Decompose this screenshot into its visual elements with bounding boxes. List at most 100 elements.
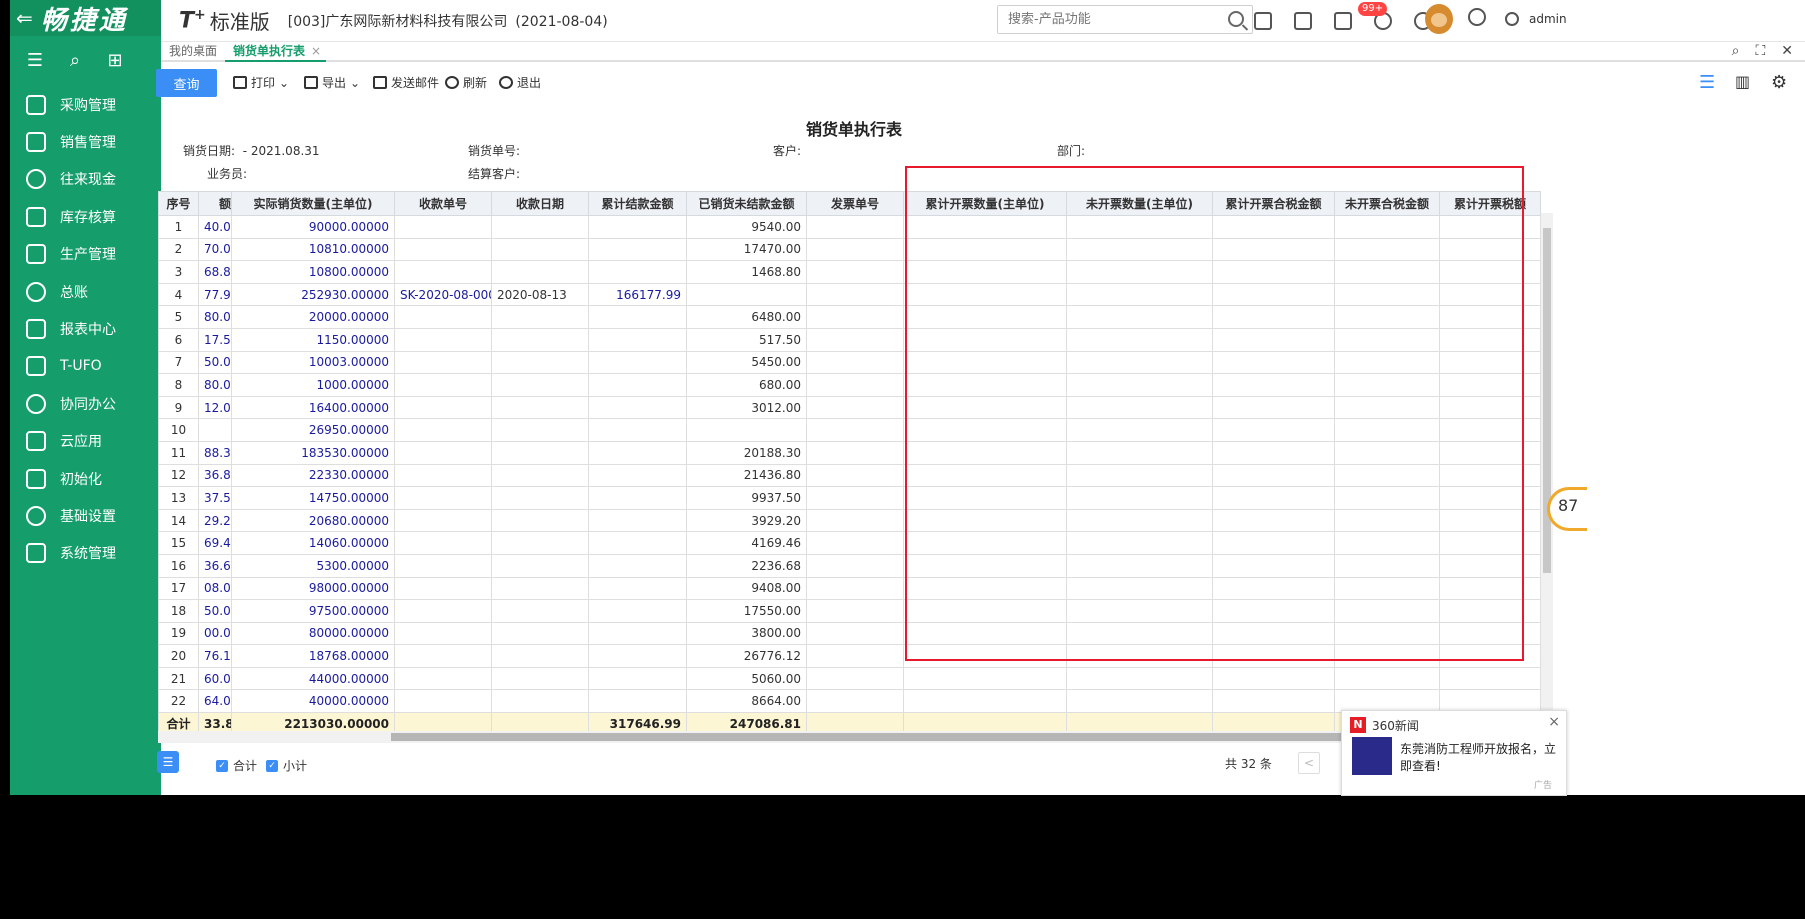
column-header[interactable]: 未开票数量(主单位) bbox=[1066, 191, 1213, 216]
table-cell: 37.50 bbox=[198, 486, 232, 510]
table-row[interactable]: 1850.0097500.00000 17550.00 bbox=[158, 599, 1541, 623]
table-row[interactable]: 617.501150.00000 517.50 bbox=[158, 327, 1541, 352]
list-view-icon[interactable]: ☰ bbox=[1699, 72, 1717, 93]
search-icon[interactable] bbox=[1228, 11, 1244, 27]
sidebar-item[interactable]: 协同办公 bbox=[10, 385, 161, 422]
table-row[interactable]: 912.0016400.00000 3012.00 bbox=[158, 395, 1541, 420]
export-button[interactable]: 导出 ⌄ bbox=[304, 74, 360, 91]
table-row[interactable]: 1188.30183530.00000 20188.30 bbox=[158, 440, 1541, 465]
tab-home[interactable]: 我的桌面 bbox=[169, 42, 217, 62]
ad-text[interactable]: 东莞消防工程师开放报名，立即查看! bbox=[1400, 741, 1560, 775]
column-header[interactable]: 累计开票合税金额 bbox=[1212, 191, 1335, 216]
column-header[interactable]: 累计结款金额 bbox=[588, 191, 687, 216]
column-settings-button[interactable]: ☰ bbox=[157, 751, 179, 773]
table-cell bbox=[588, 237, 687, 262]
todo-icon[interactable] bbox=[1294, 12, 1312, 30]
tab-sales-execution[interactable]: 销货单执行表 × bbox=[225, 42, 326, 62]
column-header[interactable]: 收款日期 bbox=[491, 191, 589, 216]
exit-button[interactable]: 退出 bbox=[499, 74, 541, 91]
sidebar-item-label: T-UFO bbox=[60, 358, 102, 375]
search-input[interactable] bbox=[998, 6, 1208, 33]
table-row[interactable]: 750.0010003.00000 5450.00 bbox=[158, 350, 1541, 375]
zoom-search-icon[interactable]: ⌕ bbox=[1732, 43, 1740, 59]
table-row[interactable]: 1337.5014750.00000 9937.50 bbox=[158, 486, 1541, 510]
column-header[interactable]: 额 bbox=[198, 191, 232, 216]
table-cell bbox=[1439, 305, 1541, 329]
search-menu-icon[interactable]: ⌕ bbox=[66, 52, 84, 70]
table-row[interactable]: 1236.8022330.00000 21436.80 bbox=[158, 463, 1541, 488]
table-row[interactable]: 1636.685300.00000 2236.68 bbox=[158, 553, 1541, 578]
close-window-icon[interactable]: ✕ bbox=[1781, 43, 1793, 59]
sidebar-item-label: 报表中心 bbox=[60, 322, 116, 339]
table-row[interactable]: 1569.4614060.00000 4169.46 bbox=[158, 531, 1541, 555]
checkbox-subtotal[interactable]: ✓ 小计 bbox=[266, 757, 307, 774]
send-mail-button[interactable]: 发送邮件 bbox=[373, 74, 439, 91]
sidebar-item[interactable]: 生产管理 bbox=[10, 236, 161, 273]
prev-page-button[interactable]: < bbox=[1298, 752, 1320, 774]
column-header[interactable]: 发票单号 bbox=[806, 191, 904, 216]
table-row[interactable]: 1900.0080000.00000 3800.00 bbox=[158, 621, 1541, 646]
sidebar-item[interactable]: 系统管理 bbox=[10, 535, 161, 572]
calculator-icon[interactable] bbox=[1254, 12, 1272, 30]
table-cell: 2020-08-13 bbox=[491, 282, 589, 307]
table-row[interactable]: 880.001000.00000 680.00 bbox=[158, 373, 1541, 397]
table-row[interactable]: 477.99252930.00000SK-2020-08-00042020-08… bbox=[158, 282, 1541, 307]
tab-close-icon[interactable]: × bbox=[311, 44, 321, 58]
vertical-scrollbar[interactable] bbox=[1541, 213, 1553, 727]
filter-settle-customer: 结算客户: bbox=[468, 167, 521, 181]
search-box[interactable] bbox=[997, 5, 1253, 34]
column-header[interactable]: 未开票合税金额 bbox=[1334, 191, 1440, 216]
back-arrow-icon[interactable]: ⇐ bbox=[16, 6, 33, 30]
table-row[interactable]: 2160.0044000.00000 5060.00 bbox=[158, 666, 1541, 691]
column-header[interactable]: 收款单号 bbox=[394, 191, 492, 216]
refresh-button[interactable]: 刷新 bbox=[445, 74, 487, 91]
column-header[interactable]: 序号 bbox=[158, 191, 199, 216]
mascot-avatar-icon[interactable] bbox=[1425, 4, 1453, 34]
sidebar-item[interactable]: 初始化 bbox=[10, 460, 161, 497]
sidebar-item[interactable]: 采购管理 bbox=[10, 86, 161, 123]
column-header[interactable]: 实际销货数量(主单位) bbox=[231, 191, 395, 216]
horizontal-scrollbar[interactable] bbox=[158, 731, 1540, 743]
table-row[interactable]: 2076.1218768.00000 26776.12 bbox=[158, 644, 1541, 668]
table-row[interactable]: 368.8010800.00000 1468.80 bbox=[158, 260, 1541, 284]
table-row[interactable]: 270.0010810.00000 17470.00 bbox=[158, 237, 1541, 262]
checkbox-total[interactable]: ✓ 合计 bbox=[216, 757, 257, 774]
ad-close-icon[interactable]: × bbox=[1548, 714, 1560, 730]
menu-item-icon bbox=[26, 356, 46, 377]
table-cell bbox=[903, 644, 1067, 668]
table-row[interactable]: 1429.2020680.00000 3929.20 bbox=[158, 508, 1541, 533]
sidebar-item[interactable]: 销售管理 bbox=[10, 123, 161, 160]
column-header[interactable]: 累计开票税额 bbox=[1439, 191, 1541, 216]
column-header[interactable]: 累计开票数量(主单位) bbox=[903, 191, 1067, 216]
menu-icon[interactable]: ☰ bbox=[26, 52, 44, 70]
sidebar-item[interactable]: 云应用 bbox=[10, 423, 161, 460]
print-button[interactable]: 打印 ⌄ bbox=[233, 74, 289, 91]
company-name[interactable]: [003]广东网际新材料科技有限公司 (2021-08-04) bbox=[288, 11, 608, 31]
sidebar-item[interactable]: 报表中心 bbox=[10, 310, 161, 347]
sidebar-item[interactable]: 往来现金 bbox=[10, 161, 161, 198]
message-icon[interactable] bbox=[1334, 12, 1352, 30]
table-row[interactable]: 580.0020000.00000 6480.00 bbox=[158, 305, 1541, 329]
table-cell bbox=[491, 621, 589, 646]
news-ad-popup[interactable]: N 360新闻 × 东莞消防工程师开放报名，立即查看! 广告 bbox=[1341, 710, 1567, 796]
table-cell bbox=[1212, 486, 1335, 510]
fullscreen-icon[interactable]: ⛶ bbox=[1755, 43, 1765, 59]
table-cell: 166177.99 bbox=[588, 282, 687, 307]
table-row[interactable]: 2264.0040000.00000 8664.00 bbox=[158, 689, 1541, 714]
sidebar-item[interactable]: 总账 bbox=[10, 273, 161, 310]
sidebar-item[interactable]: T-UFO bbox=[10, 348, 161, 385]
sidebar-item[interactable]: 基础设置 bbox=[10, 497, 161, 534]
chart-view-icon[interactable]: ▥ bbox=[1735, 72, 1753, 91]
floating-widget[interactable]: 87 bbox=[1547, 487, 1587, 531]
settings-gear-icon[interactable]: ⚙ bbox=[1771, 72, 1789, 93]
add-shortcut-icon[interactable]: ⊞ bbox=[106, 52, 124, 70]
query-button[interactable]: 查询 bbox=[156, 69, 217, 97]
user-menu[interactable]: admin bbox=[1505, 12, 1567, 26]
column-header[interactable]: 已销货未结款金额 bbox=[686, 191, 807, 216]
help-icon[interactable] bbox=[1468, 8, 1486, 26]
sidebar-item[interactable]: 库存核算 bbox=[10, 198, 161, 235]
table-row[interactable]: 1708.0098000.00000 9408.00 bbox=[158, 576, 1541, 601]
table-row[interactable]: 10 26950.00000 bbox=[158, 418, 1541, 442]
table-row[interactable]: 140.0090000.00000 9540.00 bbox=[158, 215, 1541, 239]
ad-thumbnail[interactable] bbox=[1352, 737, 1392, 775]
